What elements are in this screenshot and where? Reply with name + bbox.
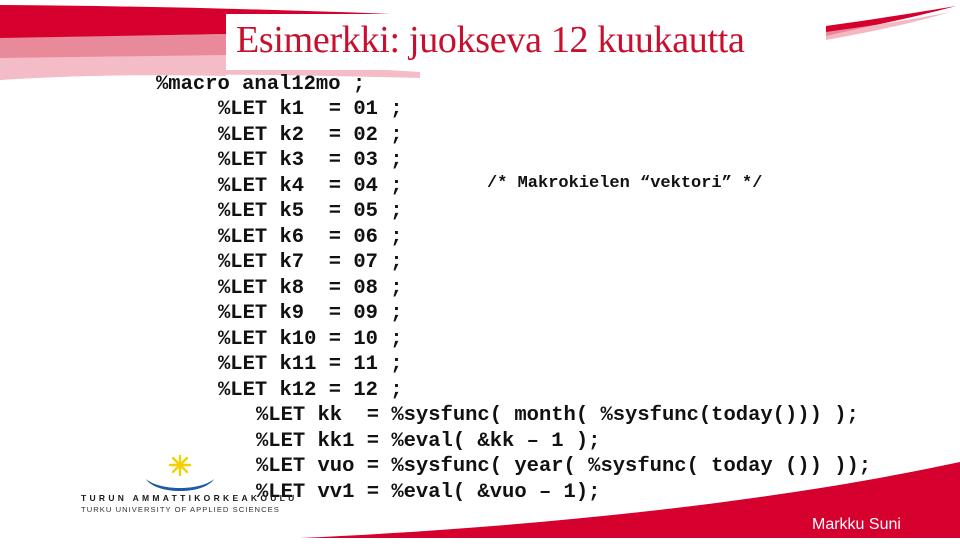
code-line: %LET k12 = 12 ; xyxy=(218,379,403,402)
code-line: %LET vv1 = %eval( &vuo – 1); xyxy=(256,481,601,504)
code-line: %LET k2 = 02 ; xyxy=(218,124,403,147)
logo-name-fi: TURUN AMMATTIKORKEAKOULU xyxy=(81,493,298,503)
code-line: %LET k6 = 06 ; xyxy=(218,226,403,249)
slide: Esimerkki: juokseva 12 kuukautta %macro … xyxy=(0,0,960,544)
sun-icon xyxy=(168,455,192,477)
code-line: %LET k3 = 03 ; xyxy=(218,149,403,172)
code-line: %LET k5 = 05 ; xyxy=(218,200,403,223)
bowl-icon xyxy=(146,479,214,491)
code-block: %macro anal12mo ; %LET k1 = 01 ; %LET k2… xyxy=(0,0,871,504)
code-line: %LET k10 = 10 ; xyxy=(218,328,403,351)
footer-author: Markku Suni xyxy=(812,516,901,533)
logo-name-en: TURKU UNIVERSITY OF APPLIED SCIENCES xyxy=(81,505,280,514)
code-line: %LET k4 = 04 ; xyxy=(218,175,403,198)
code-line: %macro anal12mo ; xyxy=(156,73,366,96)
code-line: %LET kk = %sysfunc( month( %sysfunc(toda… xyxy=(256,404,859,427)
code-comment: /* Makrokielen “vektori” */ xyxy=(487,174,763,193)
code-line: %LET kk1 = %eval( &kk – 1 ); xyxy=(256,430,601,453)
code-line: %LET k1 = 01 ; xyxy=(218,98,403,121)
code-line: %LET k9 = 09 ; xyxy=(218,302,403,325)
code-line: %LET k8 = 08 ; xyxy=(218,277,403,300)
code-line: %LET k11 = 11 ; xyxy=(218,353,403,376)
code-line: %LET k7 = 07 ; xyxy=(218,251,403,274)
slide-title: Esimerkki: juokseva 12 kuukautta xyxy=(236,19,745,61)
code-line: %LET vuo = %sysfunc( year( %sysfunc( tod… xyxy=(256,455,872,478)
